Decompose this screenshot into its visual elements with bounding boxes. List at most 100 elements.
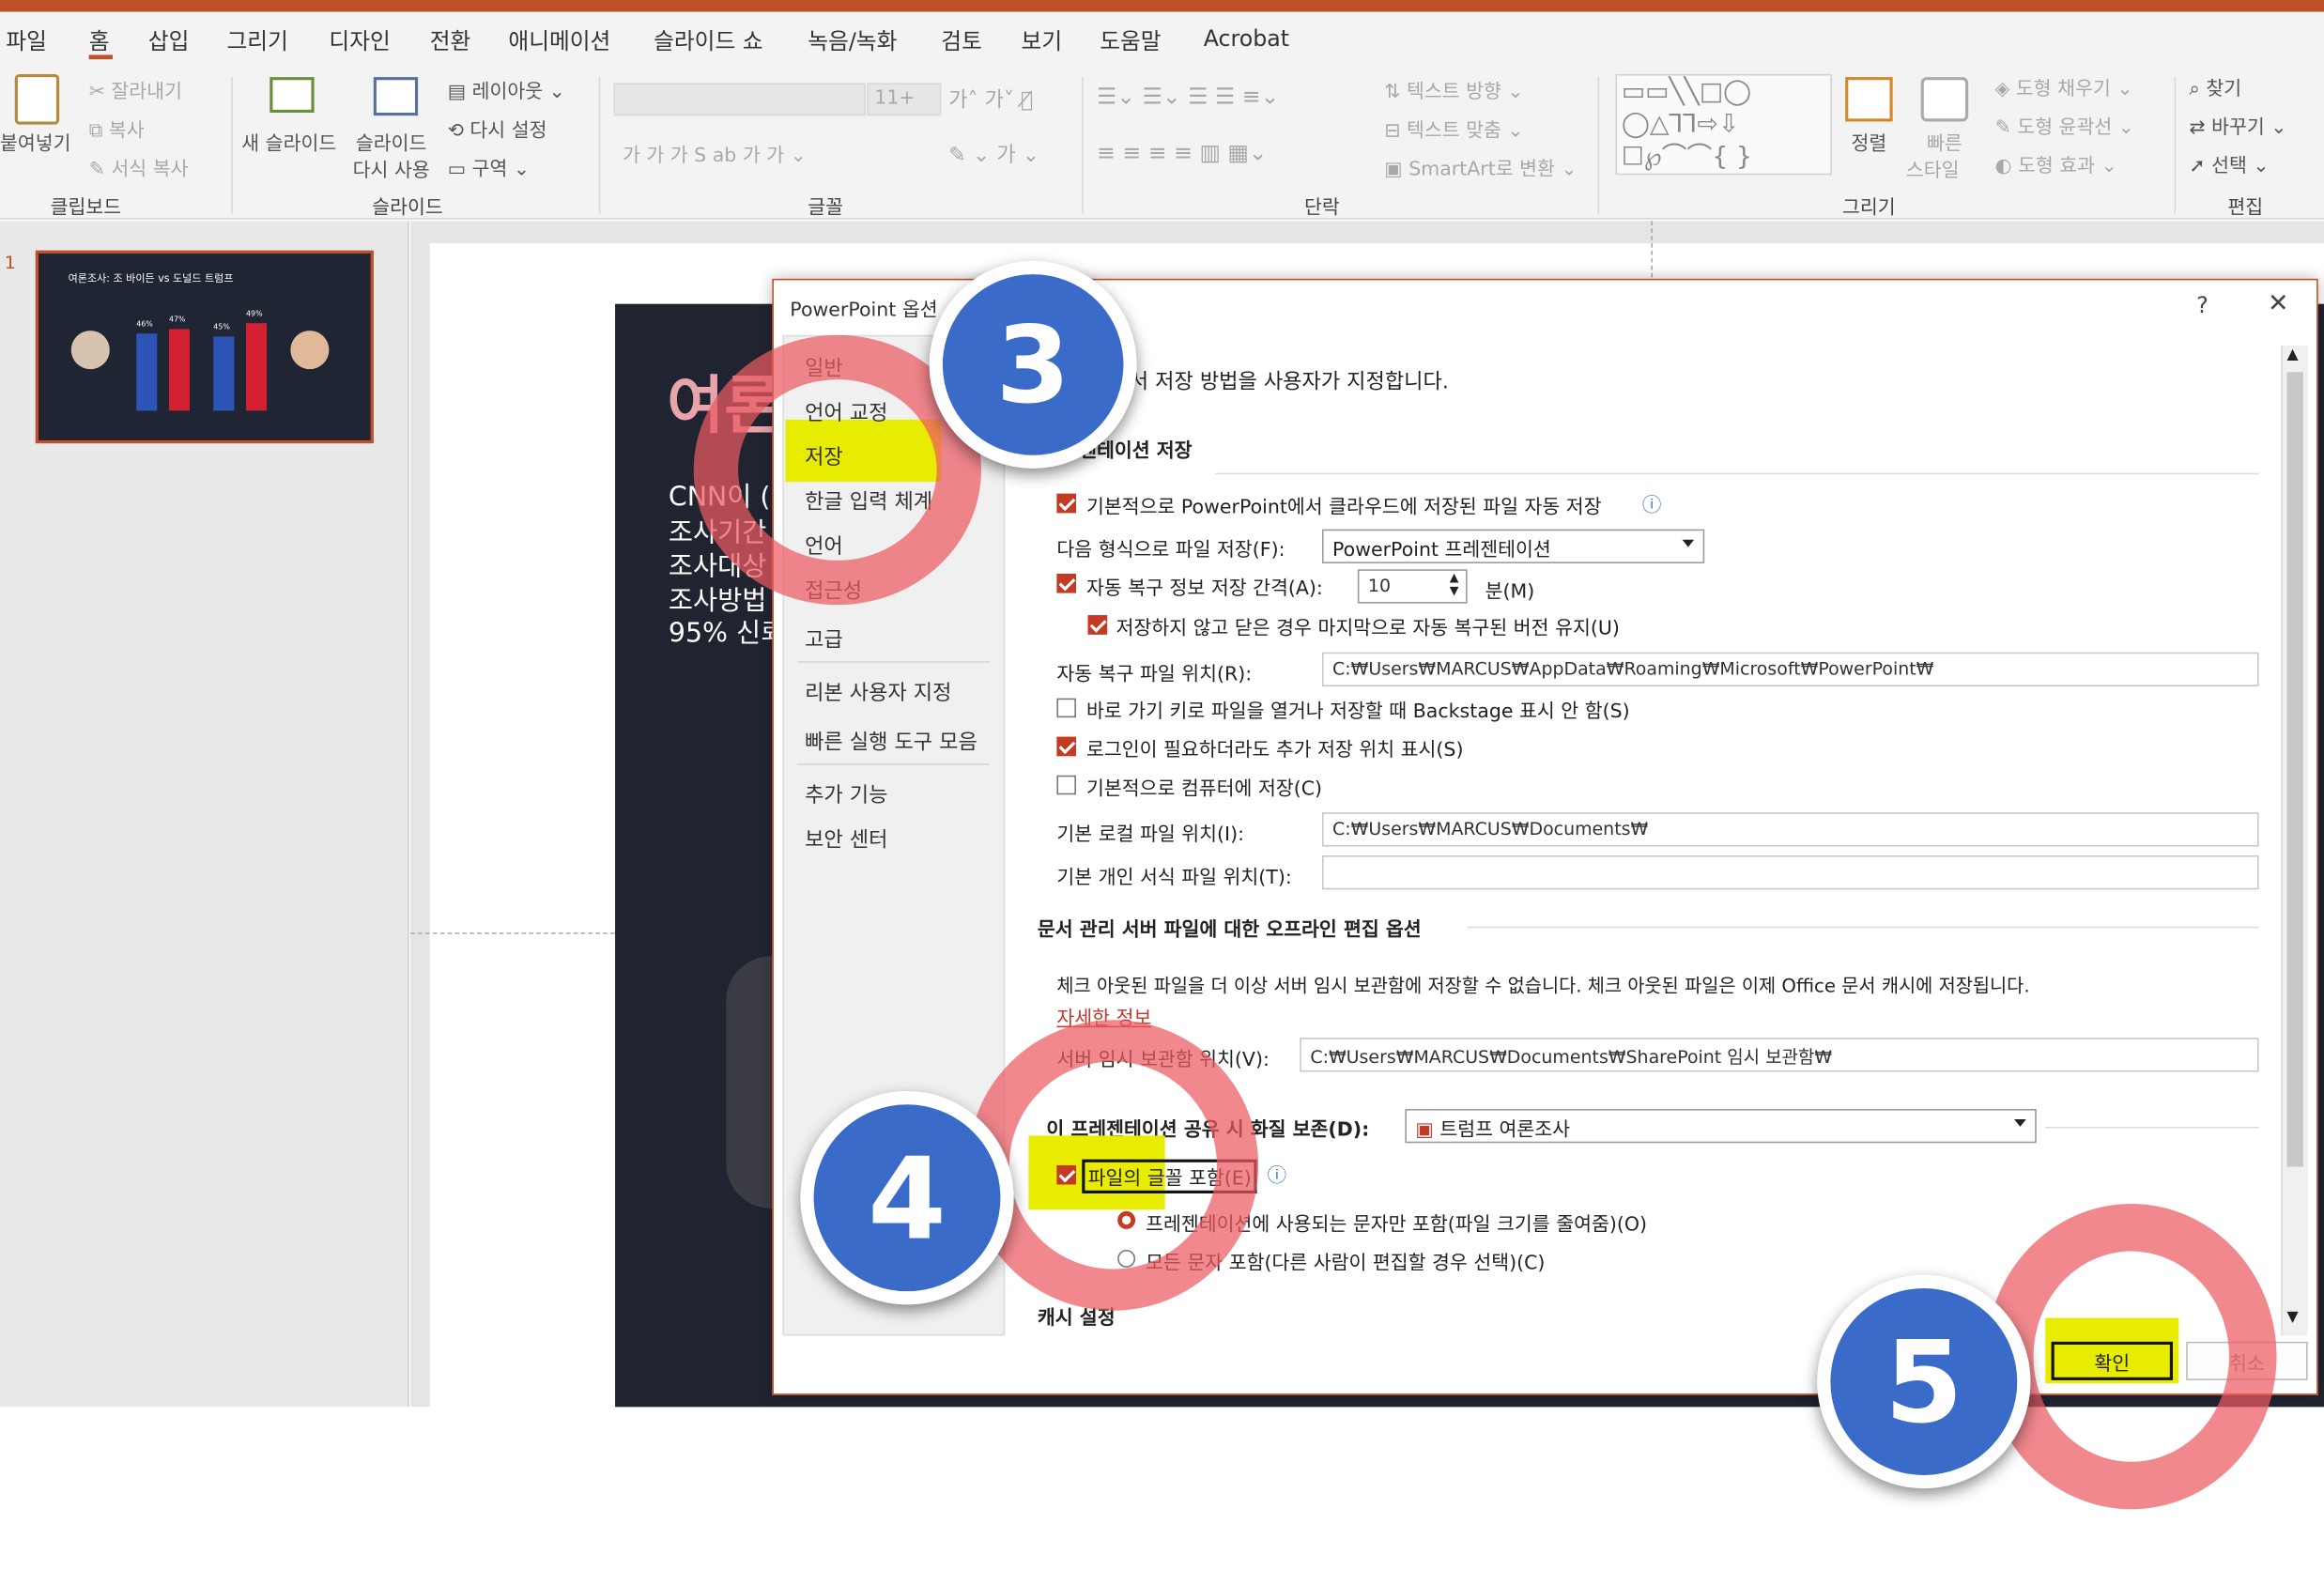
reset-button[interactable]: ⟲ 다시 설정 — [448, 115, 547, 143]
shape-outline-label: 도형 윤곽선 — [2017, 116, 2113, 140]
fidelity-presentation-select[interactable]: ▣ 트럼프 여론조사 — [1405, 1108, 2037, 1144]
find-button[interactable]: ⌕ 찾기 — [2189, 72, 2241, 101]
thumbnail-bar — [213, 336, 235, 411]
chevron-down-icon — [2014, 1119, 2026, 1127]
reuse-slides-label-2[interactable]: 다시 사용 — [353, 154, 430, 183]
shape-effects-label: 도형 효과 — [2018, 155, 2096, 178]
quick-styles-label[interactable]: 빠른 — [1927, 128, 1962, 156]
dialog-title: PowerPoint 옵션 — [790, 299, 938, 322]
section-divider — [1467, 926, 2259, 929]
reuse-slides-label[interactable]: 슬라이드 — [356, 128, 427, 156]
new-slide-button[interactable]: 새 슬라이드 — [241, 128, 336, 156]
spinner-arrows-icon[interactable]: ▲ ▼ — [1450, 571, 1459, 597]
autosave-label: 기본적으로 PowerPoint에서 클라우드에 저장된 파일 자동 저장 — [1085, 496, 1602, 519]
arrange-icon[interactable] — [1845, 77, 1893, 122]
save-format-label: 다음 형식으로 파일 저장(F): — [1056, 539, 1285, 562]
scroll-down-icon[interactable]: ▼ — [2287, 1309, 2299, 1325]
arrange-button[interactable]: 정렬 — [1851, 128, 1886, 156]
reset-label: 다시 설정 — [469, 119, 547, 143]
keep-last-version-label: 저장하지 않고 닫은 경우 마지막으로 자동 복구된 버전 유지(U) — [1116, 618, 1620, 641]
close-icon[interactable]: ✕ — [2268, 289, 2288, 319]
tab-acrobat[interactable]: Acrobat — [1204, 25, 1289, 52]
align-icons[interactable]: ≡ ≡ ≡ ≡ ▥ ▦⌄ — [1097, 139, 1268, 165]
highlight-color-icon[interactable]: ✎ ⌄ 가 ⌄ — [948, 139, 1039, 169]
smartart-button[interactable]: ▣ SmartArt로 변환 ⌄ — [1384, 153, 1577, 181]
autorecover-location-label: 자동 복구 파일 위치(R): — [1056, 664, 1253, 687]
fidelity-presentation-value: 트럼프 여론조사 — [1439, 1119, 1571, 1142]
step-4-badge: 4 — [800, 1091, 1014, 1305]
nav-item-addins[interactable]: 추가 기능 — [805, 779, 887, 809]
replace-button[interactable]: ⇄ 바꾸기 ⌄ — [2189, 111, 2286, 140]
tab-home[interactable]: 홈 — [89, 25, 110, 56]
paste-icon[interactable] — [14, 73, 60, 125]
show-extra-locations-checkbox[interactable] — [1056, 736, 1076, 757]
no-backstage-checkbox[interactable] — [1056, 698, 1076, 718]
tab-insert[interactable]: 삽입 — [148, 25, 190, 56]
font-name-combo[interactable] — [613, 83, 866, 116]
save-to-computer-checkbox[interactable] — [1056, 775, 1076, 795]
shapes-gallery[interactable]: ▭▭╲╲□◯ ◯△⅂⅂⇨⇩ ☐℘⌒⌒{ } — [1615, 73, 1832, 176]
grow-shrink-font-icon[interactable]: 가˄ 가˅ 가̸ — [948, 85, 1033, 115]
section-button[interactable]: ▭ 구역 ⌄ — [448, 153, 530, 181]
shape-effects-button[interactable]: ◐ 도형 효과 ⌄ — [1994, 149, 2117, 178]
divider — [231, 77, 233, 214]
slide-thumbnail[interactable]: 여론조사: 조 바이든 vs 도널드 트럼프 46% 47% 45% 49% — [35, 250, 374, 444]
keep-last-version-checkbox[interactable] — [1087, 615, 1108, 635]
text-direction-button[interactable]: ⇅ 텍스트 방향 ⌄ — [1384, 76, 1523, 104]
help-button[interactable]: ? — [2196, 292, 2209, 318]
paragraph-group-label: 단락 — [1304, 196, 1340, 220]
align-text-icon: ⊟ — [1384, 119, 1407, 143]
personal-templates-input[interactable] — [1321, 854, 2259, 890]
thumbnail-value: 45% — [213, 323, 230, 332]
tab-record[interactable]: 녹음/녹화 — [808, 25, 897, 56]
autosave-checkbox[interactable] — [1056, 493, 1076, 514]
tab-transitions[interactable]: 전환 — [430, 25, 471, 56]
tab-animations[interactable]: 애니메이션 — [508, 25, 610, 56]
list-icons[interactable]: ☰⌄ ☰⌄ ☰ ☰ ≡⌄ — [1097, 83, 1279, 109]
options-scrollbar[interactable]: ▲ ▼ — [2281, 345, 2308, 1336]
copy-button[interactable]: ⧉ 복사 — [89, 115, 145, 143]
nav-item-customize-ribbon[interactable]: 리본 사용자 지정 — [805, 678, 951, 708]
tab-slideshow[interactable]: 슬라이드 쇼 — [654, 25, 762, 56]
info-icon[interactable]: ⓘ — [1642, 489, 1662, 517]
nav-item-quick-access[interactable]: 빠른 실행 도구 모음 — [805, 727, 977, 757]
paste-button[interactable]: 붙여넣기 — [0, 128, 71, 156]
brush-icon: ✎ — [88, 158, 112, 181]
shape-outline-button[interactable]: ✎ 도형 윤곽선 ⌄ — [1995, 111, 2134, 140]
local-file-location-input[interactable]: C:₩Users₩MARCUS₩Documents₩ — [1321, 812, 2259, 847]
shape-fill-button[interactable]: ◈ 도형 채우기 ⌄ — [1995, 72, 2133, 101]
format-painter-button[interactable]: ✎ 서식 복사 — [89, 153, 189, 181]
scrollbar-thumb[interactable] — [2286, 372, 2303, 1167]
step-5-badge: 5 — [1817, 1274, 2031, 1489]
tab-help[interactable]: 도움말 — [1100, 25, 1161, 56]
search-icon: ⌕ — [2189, 78, 2207, 101]
autorecover-location-input[interactable]: C:₩Users₩MARCUS₩AppData₩Roaming₩Microsof… — [1321, 652, 2259, 687]
info-icon[interactable]: ⓘ — [1268, 1160, 1287, 1188]
scroll-up-icon[interactable]: ▲ — [2287, 346, 2299, 362]
ribbon-tab-bar: 파일 홈 삽입 그리기 디자인 전환 애니메이션 슬라이드 쇼 녹음/녹화 검토… — [0, 11, 2324, 66]
font-size-combo[interactable]: 11+ — [867, 83, 942, 116]
tab-view[interactable]: 보기 — [1022, 25, 1063, 56]
select-button[interactable]: ➚ 선택 ⌄ — [2189, 149, 2269, 178]
server-drafts-input[interactable]: C:₩Users₩MARCUS₩Documents₩SharePoint 임시 … — [1300, 1038, 2259, 1072]
font-format-icons[interactable]: 가 가 가 S ab 가 가 ⌄ — [623, 139, 807, 168]
save-format-select[interactable]: PowerPoint 프레젠테이션 — [1321, 529, 1705, 563]
format-painter-label: 서식 복사 — [111, 158, 189, 181]
tab-file[interactable]: 파일 — [6, 25, 47, 56]
quick-styles-icon[interactable] — [1920, 77, 1969, 122]
quick-styles-label-2[interactable]: 스타일 — [1906, 154, 1960, 183]
cut-button[interactable]: ✂ 잘라내기 — [89, 76, 182, 104]
new-slide-icon[interactable] — [269, 77, 315, 113]
tab-review[interactable]: 검토 — [941, 25, 982, 56]
layout-button[interactable]: ▤ 레이아웃 ⌄ — [448, 76, 565, 104]
nav-item-trust-center[interactable]: 보안 센터 — [805, 824, 887, 854]
reuse-slides-icon[interactable] — [373, 77, 419, 116]
tab-draw[interactable]: 그리기 — [227, 25, 288, 56]
divider — [1082, 77, 1084, 214]
effects-icon: ◐ — [1994, 155, 2019, 178]
nav-item-advanced[interactable]: 고급 — [805, 624, 843, 654]
thumbnail-value: 47% — [168, 316, 186, 325]
tab-design[interactable]: 디자인 — [329, 25, 390, 56]
autorecover-checkbox[interactable] — [1056, 574, 1076, 593]
align-text-button[interactable]: ⊟ 텍스트 맞춤 ⌄ — [1384, 115, 1523, 143]
